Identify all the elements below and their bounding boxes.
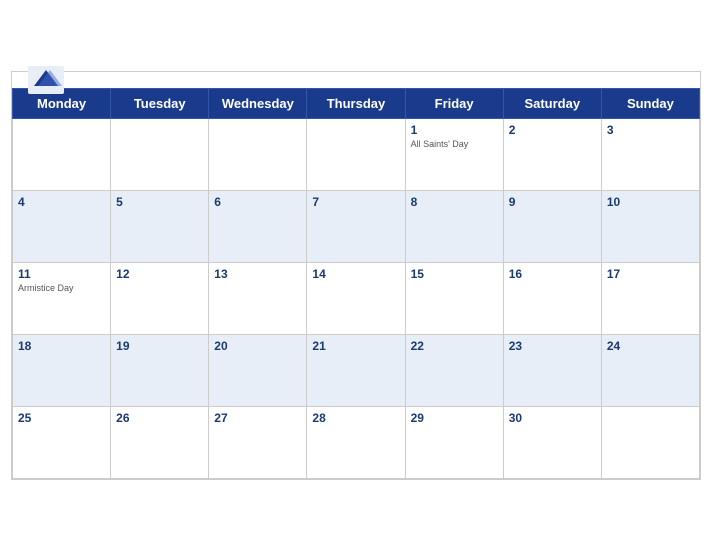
day-number: 7	[312, 195, 399, 209]
holiday-name: Armistice Day	[18, 283, 105, 293]
day-number: 1	[411, 123, 498, 137]
calendar-cell: 6	[209, 190, 307, 262]
calendar-grid: MondayTuesdayWednesdayThursdayFridaySatu…	[12, 88, 700, 479]
weekday-header-saturday: Saturday	[503, 88, 601, 118]
calendar-container: MondayTuesdayWednesdayThursdayFridaySatu…	[11, 71, 701, 480]
calendar-cell: 29	[405, 406, 503, 478]
week-row-2: 456789 10	[13, 190, 700, 262]
weekday-header-row: MondayTuesdayWednesdayThursdayFridaySatu…	[13, 88, 700, 118]
day-number: 10	[607, 195, 694, 209]
day-number: 16	[509, 267, 596, 281]
calendar-cell	[209, 118, 307, 190]
day-number: 25	[18, 411, 105, 425]
calendar-cell: 17	[601, 262, 699, 334]
calendar-cell	[13, 118, 111, 190]
logo-area	[28, 66, 64, 94]
calendar-cell: 23	[503, 334, 601, 406]
weekday-header-friday: Friday	[405, 88, 503, 118]
calendar-cell: 30	[503, 406, 601, 478]
calendar-cell	[111, 118, 209, 190]
calendar-cell: 5	[111, 190, 209, 262]
week-row-5: 25 26 27 28 29 30	[13, 406, 700, 478]
calendar-cell: 3	[601, 118, 699, 190]
calendar-cell: 1 All Saints' Day	[405, 118, 503, 190]
day-number: 6	[214, 195, 301, 209]
day-number: 17	[607, 267, 694, 281]
calendar-cell: 15	[405, 262, 503, 334]
weekday-header-thursday: Thursday	[307, 88, 405, 118]
generalblue-logo-icon	[28, 66, 64, 94]
calendar-cell: 24	[601, 334, 699, 406]
day-number: 13	[214, 267, 301, 281]
calendar-cell	[601, 406, 699, 478]
day-number: 3	[607, 123, 694, 137]
calendar-cell: 21	[307, 334, 405, 406]
calendar-cell: 20	[209, 334, 307, 406]
holiday-name: All Saints' Day	[411, 139, 498, 149]
day-number: 22	[411, 339, 498, 353]
weekday-header-tuesday: Tuesday	[111, 88, 209, 118]
calendar-cell: 2	[503, 118, 601, 190]
calendar-cell: 19	[111, 334, 209, 406]
day-number: 30	[509, 411, 596, 425]
week-row-4: 18 19 20 21 22 23 24	[13, 334, 700, 406]
day-number: 21	[312, 339, 399, 353]
calendar-cell: 26	[111, 406, 209, 478]
calendar-cell	[307, 118, 405, 190]
day-number: 27	[214, 411, 301, 425]
day-number: 12	[116, 267, 203, 281]
weekday-header-wednesday: Wednesday	[209, 88, 307, 118]
calendar-cell: 28	[307, 406, 405, 478]
day-number: 9	[509, 195, 596, 209]
calendar-cell: 14	[307, 262, 405, 334]
day-number: 29	[411, 411, 498, 425]
calendar-cell: 10	[601, 190, 699, 262]
week-row-1: 1 All Saints' Day 23	[13, 118, 700, 190]
calendar-cell: 9	[503, 190, 601, 262]
calendar-header	[12, 72, 700, 88]
calendar-cell: 16	[503, 262, 601, 334]
day-number: 20	[214, 339, 301, 353]
calendar-cell: 25	[13, 406, 111, 478]
week-row-3: 11 Armistice Day 12 13 14 15 16 17	[13, 262, 700, 334]
weekday-header-sunday: Sunday	[601, 88, 699, 118]
day-number: 24	[607, 339, 694, 353]
calendar-cell: 12	[111, 262, 209, 334]
day-number: 8	[411, 195, 498, 209]
calendar-cell: 8	[405, 190, 503, 262]
day-number: 4	[18, 195, 105, 209]
day-number: 23	[509, 339, 596, 353]
calendar-cell: 13	[209, 262, 307, 334]
calendar-cell: 27	[209, 406, 307, 478]
day-number: 28	[312, 411, 399, 425]
day-number: 15	[411, 267, 498, 281]
calendar-cell: 18	[13, 334, 111, 406]
day-number: 5	[116, 195, 203, 209]
day-number: 19	[116, 339, 203, 353]
day-number: 18	[18, 339, 105, 353]
calendar-cell: 11 Armistice Day	[13, 262, 111, 334]
day-number: 26	[116, 411, 203, 425]
calendar-cell: 22	[405, 334, 503, 406]
day-number: 11	[18, 267, 105, 281]
day-number: 14	[312, 267, 399, 281]
day-number: 2	[509, 123, 596, 137]
calendar-cell: 4	[13, 190, 111, 262]
calendar-cell: 7	[307, 190, 405, 262]
